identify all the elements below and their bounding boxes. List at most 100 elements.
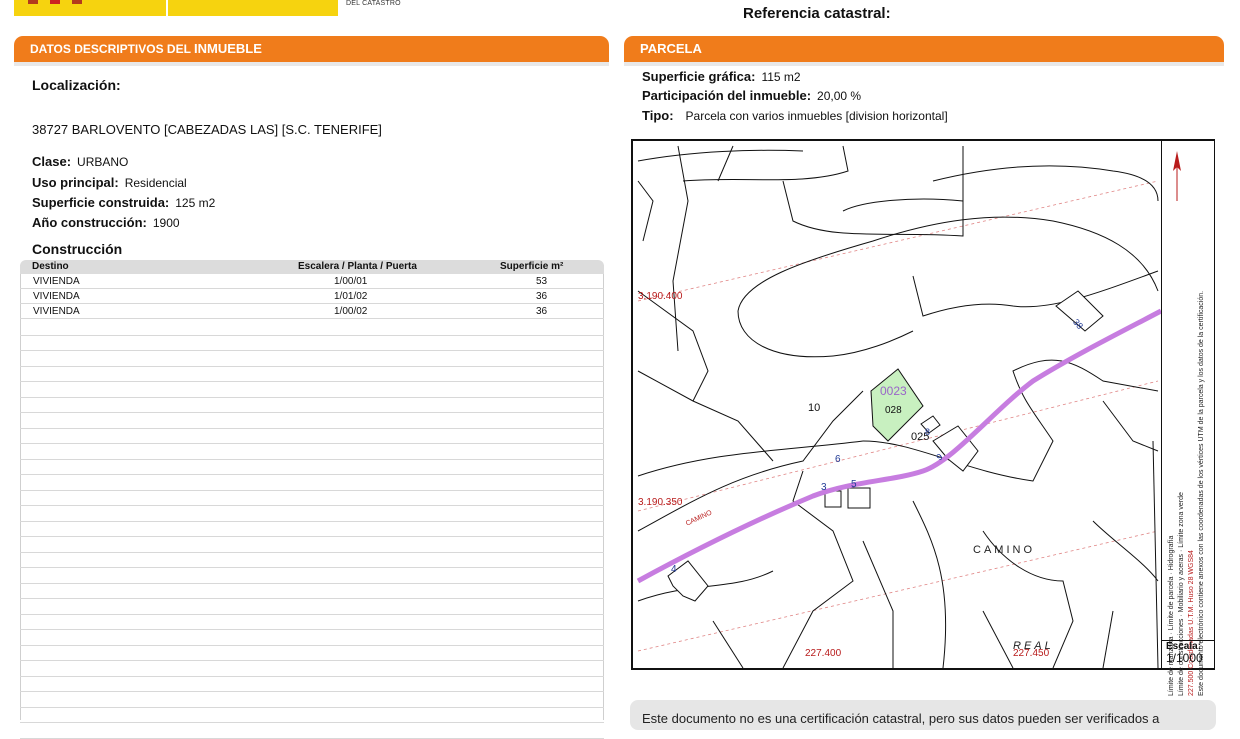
clase-row: Clase: URBANO — [32, 153, 128, 171]
map-legend: Límite de manzana · Límite de parcela · … — [1161, 141, 1214, 696]
table-row-empty — [20, 631, 604, 646]
cell-destino: VIVIENDA — [33, 276, 80, 287]
tipo-value: Parcela con varios inmuebles [division h… — [685, 109, 948, 123]
superficie-construida-label: Superficie construida: — [32, 195, 170, 210]
government-logo — [14, 0, 166, 16]
map-number: 6 — [835, 454, 841, 465]
cadastral-map: 3.190.400 3.190.350 227.400 227.450 0023… — [631, 139, 1215, 696]
table-row-empty — [20, 491, 604, 506]
coord-label: 227.400 — [805, 648, 842, 659]
footer-note: Este documento no es una certificación c… — [630, 700, 1216, 730]
clase-label: Clase: — [32, 154, 72, 169]
crest-icon — [72, 0, 82, 4]
table-row-empty — [20, 429, 604, 444]
participacion-row: Participación del inmueble: 20,00 % — [642, 87, 861, 105]
cell-superficie: 36 — [536, 291, 548, 302]
cell-superficie: 36 — [536, 306, 548, 317]
map-drawing — [636, 145, 1163, 668]
construccion-title: Construcción — [32, 241, 123, 257]
section-title-prefix: DATOS DESCRIPTIVOS DEL — [30, 42, 195, 56]
uso-value: Residencial — [124, 176, 187, 190]
legend-coords-note: 227.500 Coordenadas U.T.M. Huso 28 WGS84 — [1188, 550, 1195, 696]
table-row-empty — [20, 321, 604, 336]
clase-value: URBANO — [77, 155, 129, 169]
map-number: 3 — [821, 482, 827, 493]
anio-row: Año construcción: 1900 — [32, 214, 180, 232]
participacion-label: Participación del inmueble: — [642, 88, 812, 103]
table-row-empty — [20, 693, 604, 708]
table-row-empty — [20, 615, 604, 630]
superficie-grafica-row: Superficie gráfica: 115 m2 — [642, 68, 801, 86]
legend-item: Mobiliario y aceras — [1178, 553, 1185, 613]
superficie-grafica-label: Superficie gráfica: — [642, 69, 756, 84]
table-row-empty — [20, 445, 604, 460]
coord-label: 3.190.350 — [638, 497, 683, 508]
table-row-empty — [20, 414, 604, 429]
table-row-empty — [20, 383, 604, 398]
coord-label: 3.190.400 — [638, 291, 683, 302]
column-header-superficie: Superficie m² — [500, 261, 564, 272]
table-row: VIVIENDA 1/01/02 36 — [20, 289, 604, 304]
north-arrow-icon — [1172, 151, 1182, 201]
scale-value: 1/1000 — [1166, 651, 1203, 665]
table-row-empty — [20, 398, 604, 413]
parcel-number-label: 028 — [885, 405, 902, 416]
table-row-empty — [20, 724, 604, 739]
table-row-empty — [20, 367, 604, 382]
section-title-bold: INMUEBLE — [194, 41, 262, 56]
table-row-empty — [20, 538, 604, 553]
section-header-inmueble: DATOS DESCRIPTIVOS DEL INMUEBLE — [14, 36, 609, 62]
anio-label: Año construcción: — [32, 215, 147, 230]
legend-item: Límite zona verde — [1178, 492, 1185, 548]
table-row-empty — [20, 584, 604, 599]
table-row-empty — [20, 662, 604, 677]
section-header-parcela: PARCELA — [624, 36, 1224, 62]
superficie-construida-value: 125 m2 — [175, 196, 216, 210]
column-header-planta: Escalera / Planta / Puerta — [298, 261, 417, 272]
address-text: 38727 BARLOVENTO [CABEZADAS LAS] [S.C. T… — [32, 122, 382, 137]
construction-table-header: Destino Escalera / Planta / Puerta Super… — [20, 260, 604, 274]
construction-table: VIVIENDA 1/00/01 53 VIVIENDA 1/01/02 36 … — [20, 274, 604, 739]
localizacion-label: Localización: — [32, 77, 121, 93]
legend-item: Límite de parcela — [1168, 576, 1175, 631]
table-row-empty — [20, 553, 604, 568]
table-row-empty — [20, 677, 604, 692]
superficie-grafica-value: 115 m2 — [761, 70, 801, 84]
table-row-empty — [20, 476, 604, 491]
table-row-empty — [20, 600, 604, 615]
map-number: 10 — [808, 402, 821, 414]
superficie-row: Superficie construida: 125 m2 — [32, 194, 215, 212]
cell-planta: 1/00/01 — [334, 276, 368, 287]
table-row: VIVIENDA 1/00/02 36 — [20, 304, 604, 319]
table-row-empty — [20, 569, 604, 584]
reference-label: Referencia catastral: — [743, 5, 891, 22]
legend-electronic-note: Este documento electrónico contiene anex… — [1198, 290, 1205, 696]
map-number: 8 — [925, 427, 931, 437]
uso-row: Uso principal: Residencial — [32, 174, 187, 192]
table-row-empty — [20, 352, 604, 367]
map-number: 4 — [671, 564, 677, 575]
crest-icon — [28, 0, 38, 4]
cell-destino: VIVIENDA — [33, 291, 80, 302]
table-row-empty — [20, 646, 604, 661]
table-row: VIVIENDA 1/00/01 53 — [20, 274, 604, 289]
table-row-empty — [20, 460, 604, 475]
map-number: 5 — [851, 479, 857, 490]
column-header-destino: Destino — [32, 261, 69, 272]
crest-icon — [50, 0, 60, 4]
ministry-banner — [168, 0, 338, 16]
anio-value: 1900 — [152, 216, 180, 230]
street-label: REAL — [1013, 640, 1054, 652]
table-row-empty — [20, 708, 604, 723]
cell-planta: 1/00/02 — [334, 306, 368, 317]
cell-planta: 1/01/02 — [334, 291, 368, 302]
street-label: CAMINO — [973, 544, 1035, 556]
table-row-empty — [20, 522, 604, 537]
participacion-value: 20,00 % — [817, 89, 862, 103]
cell-destino: VIVIENDA — [33, 306, 80, 317]
table-row-empty — [20, 336, 604, 351]
tipo-row: Tipo: Parcela con varios inmuebles [divis… — [642, 107, 948, 125]
cell-superficie: 53 — [536, 276, 548, 287]
parcel-id-label: 0023 — [880, 384, 907, 398]
legend-item: Hidrografía — [1168, 535, 1175, 571]
